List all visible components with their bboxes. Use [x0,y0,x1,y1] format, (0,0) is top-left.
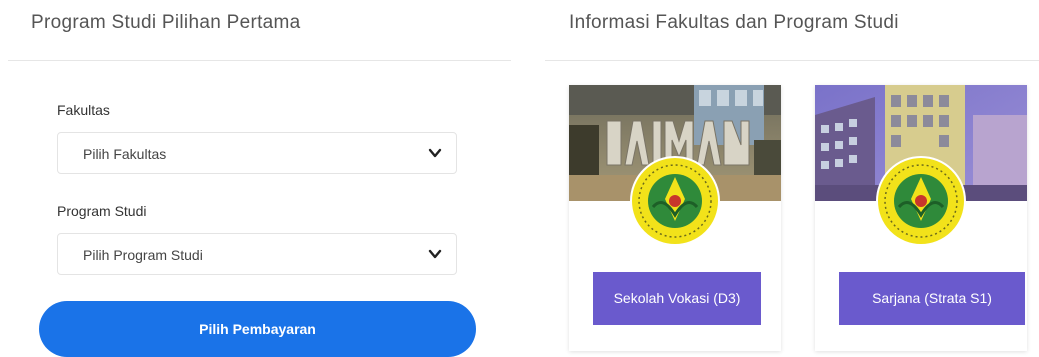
undergraduate-button[interactable]: Sarjana (Strata S1) [839,272,1025,325]
program-label: Program Studi [57,203,147,219]
panel-divider [545,60,1039,61]
university-emblem-icon [630,156,720,246]
faculty-label: Fakultas [57,102,110,118]
faculty-select-value: Pilih Fakultas [83,146,167,162]
choose-payment-button[interactable]: Pilih Pembayaran [39,301,476,357]
vocational-card: Sekolah Vokasi (D3) [569,85,781,351]
program-select[interactable]: Pilih Program Studi [57,233,457,275]
first-choice-panel: Program Studi Pilihan Pertama Fakultas P… [0,0,511,357]
vocational-button[interactable]: Sekolah Vokasi (D3) [593,272,761,325]
program-select-value: Pilih Program Studi [83,247,203,263]
panel-divider [8,60,511,61]
chevron-down-icon [428,148,442,158]
faculty-select[interactable]: Pilih Fakultas [57,132,457,174]
university-emblem-icon [876,156,966,246]
chevron-down-icon [428,249,442,259]
undergraduate-card: Sarjana (Strata S1) [815,85,1027,351]
faculty-info-panel: Informasi Fakultas dan Program Studi Sek… [545,0,1039,351]
first-choice-title: Program Studi Pilihan Pertama [31,12,301,33]
faculty-info-title: Informasi Fakultas dan Program Studi [569,12,899,33]
